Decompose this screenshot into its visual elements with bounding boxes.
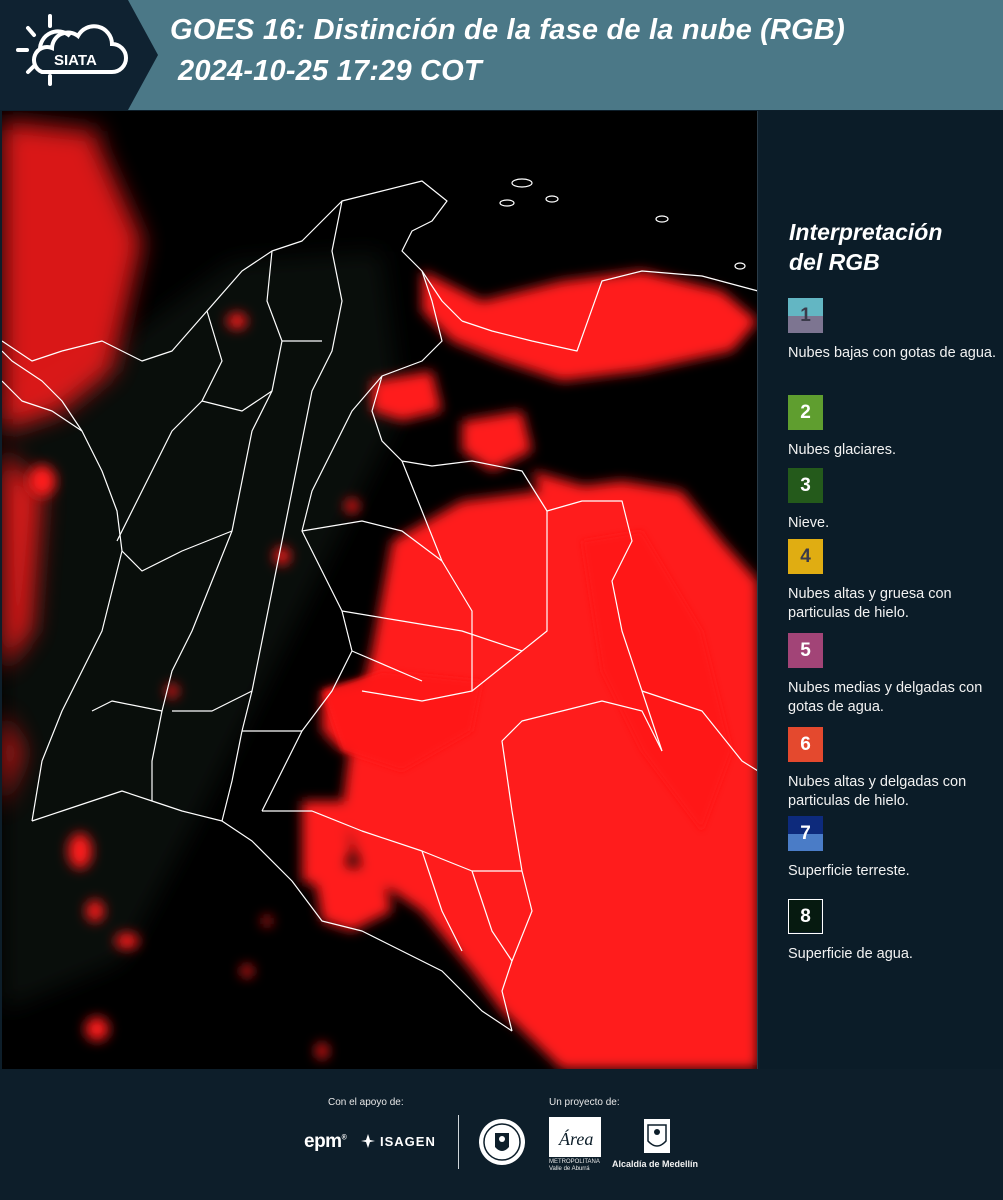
legend-item: 4 Nubes altas y gruesa con particulas de … — [788, 539, 998, 623]
legend-number: 3 — [800, 474, 811, 496]
legend-item: 8 Superficie de agua. — [788, 899, 998, 964]
legend-label: Nubes glaciares. — [788, 442, 896, 458]
legend-swatch: 8 — [788, 899, 823, 934]
legend-swatch: 3 — [788, 468, 823, 503]
page-title: GOES 16: Distinción de la fase de la nub… — [170, 14, 845, 46]
legend-swatch: 5 — [788, 633, 823, 668]
legend-swatch: 2 — [788, 395, 823, 430]
legend-number: 7 — [800, 822, 811, 844]
page-timestamp: 2024-10-25 17:29 COT — [178, 55, 482, 87]
seal-logo-icon — [479, 1119, 525, 1165]
legend-item: 5 Nubes medias y delgadas con gotas de ag… — [788, 633, 998, 717]
epm-logo-text: epm — [304, 1131, 342, 1152]
legend-title-line1: Interpretación — [789, 219, 943, 245]
legend-number: 1 — [800, 304, 811, 326]
legend-swatch: 7 — [788, 816, 823, 851]
header: SIATA GOES 16: Distinción de la fase de … — [0, 0, 1003, 110]
legend-title: Interpretación del RGB — [789, 217, 989, 277]
medellin-shield-icon — [644, 1119, 670, 1153]
legend-swatch: 4 — [788, 539, 823, 574]
isagen-text: ISAGEN — [380, 1133, 436, 1149]
epm-registered-mark: ® — [341, 1134, 347, 1142]
footer-divider — [458, 1115, 459, 1169]
legend-label: Nubes altas y delgadas con particulas de… — [788, 774, 967, 809]
legend-title-line2: del RGB — [789, 249, 880, 275]
legend-number: 5 — [800, 639, 811, 661]
legend-label: Nubes bajas con gotas de agua. — [788, 345, 996, 361]
footer: Con el apoyo de: Un proyecto de: epm® IS… — [0, 1069, 1003, 1200]
legend-swatch: 6 — [788, 727, 823, 762]
siata-logo-icon: SIATA — [16, 14, 128, 86]
legend-number: 4 — [800, 545, 811, 567]
satellite-map-image — [2, 111, 757, 1069]
isagen-mark-icon — [361, 1134, 375, 1148]
satellite-map — [2, 111, 758, 1069]
legend-label: Nubes altas y gruesa con particulas de h… — [788, 586, 952, 621]
legend-item: 3 Nieve. — [788, 468, 998, 533]
legend-number: 2 — [800, 401, 811, 423]
alcaldia-medellin-text: Alcaldía de Medellín — [612, 1159, 699, 1169]
legend-item: 2 Nubes glaciares. — [788, 395, 998, 460]
legend-label: Nieve. — [788, 515, 830, 531]
legend-number: 8 — [800, 905, 811, 927]
area-metropolitana-text: METROPOLITANA Valle de Aburrá — [549, 1159, 600, 1173]
siata-logo-text: SIATA — [54, 52, 97, 69]
amva-line1: METROPOLITANA — [549, 1159, 600, 1165]
amva-script-text: Área — [558, 1128, 593, 1149]
support-label: Con el apoyo de: — [328, 1097, 404, 1108]
legend-label: Superficie de agua. — [788, 946, 913, 962]
legend-label: Nubes medias y delgadas con gotas de agu… — [788, 680, 983, 715]
isagen-logo: ISAGEN — [360, 1133, 436, 1149]
legend-number: 6 — [800, 733, 811, 755]
project-label: Un proyecto de: — [549, 1097, 620, 1108]
epm-logo: epm® — [304, 1131, 347, 1153]
legend-panel: Interpretación del RGB 1 Nubes bajas con … — [760, 111, 1003, 1069]
amva-line2: Valle de Aburrá — [549, 1166, 590, 1172]
legend-item: 6 Nubes altas y delgadas con particulas d… — [788, 727, 998, 811]
legend-item: 7 Superficie terreste. — [788, 816, 998, 881]
legend-label: Superficie terreste. — [788, 863, 910, 879]
legend-swatch: 1 — [788, 298, 823, 333]
legend-item: 1 Nubes bajas con gotas de agua. — [788, 298, 998, 363]
